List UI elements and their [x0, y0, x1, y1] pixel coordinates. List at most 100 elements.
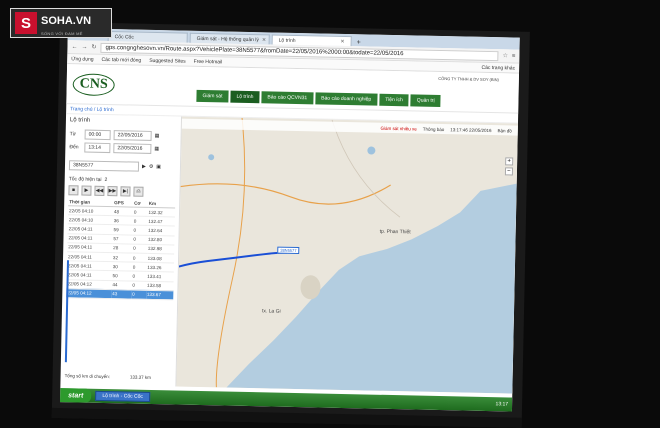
- plate-select[interactable]: 38N5577: [68, 160, 140, 172]
- table-cell: 0: [131, 271, 147, 281]
- monitor-multiple-button[interactable]: Giám sát nhiều xe: [380, 125, 416, 131]
- company-name: CÔNG TY TNHH & DV SOY (BIN): [438, 75, 499, 83]
- bookmark-item[interactable]: Free Hotmail: [194, 58, 223, 65]
- route-table: Thời gian GPS Cơ Km 22/05 04:10 48 0 132.32…: [66, 198, 176, 300]
- table-cell: 133.67: [145, 290, 174, 300]
- table-cell: 28: [112, 243, 133, 253]
- to-date-input[interactable]: 22/05/2016: [113, 143, 152, 154]
- rewind-icon[interactable]: ◀◀: [94, 185, 105, 196]
- vehicle-marker[interactable]: 38N5577: [277, 246, 300, 255]
- bookmark-other[interactable]: Các trang khác: [481, 64, 515, 71]
- to-time-input[interactable]: 13:14: [84, 142, 111, 154]
- table-cell: 43: [111, 289, 132, 299]
- back-icon[interactable]: ←: [71, 44, 77, 50]
- site-logo[interactable]: CNS: [72, 72, 115, 96]
- tab-label: Lộ trình: [278, 37, 296, 44]
- nav-lo-trinh[interactable]: Lộ trình: [230, 90, 260, 104]
- route-panel: Lộ trình Từ 00:00 22/05/2016 ▦ Đến 13:14…: [60, 114, 183, 387]
- close-icon[interactable]: ✕: [262, 37, 266, 43]
- from-time-input[interactable]: 00:00: [84, 129, 111, 141]
- soha-logo-text: SOHA.VN: [41, 14, 92, 27]
- playback-controls: ■ ▶ ◀◀ ▶▶ ▶| ⎙: [68, 185, 175, 197]
- speed-label: Tốc độ hiện tại: [68, 176, 102, 183]
- nav-bao-cao-doanh-nghiep[interactable]: Báo cáo doanh nghiệp: [315, 92, 378, 106]
- table-cell: 0: [132, 225, 148, 235]
- panel-title: Lộ trình: [69, 117, 91, 124]
- menu-icon[interactable]: ≡: [512, 53, 516, 59]
- zoom-controls: + −: [504, 157, 514, 177]
- total-distance: Tổng số km di chuyển: 133.37 km: [65, 373, 151, 380]
- tab-label: Giám sát - Hệ thống quản lý: [196, 35, 260, 43]
- city-label-phan-thiet: tp. Phan Thiết: [379, 228, 411, 236]
- tab-lotrinh[interactable]: Lộ trình ✕: [271, 34, 352, 47]
- table-cell: 36: [112, 215, 133, 226]
- taskbar-window[interactable]: Lộ trình - Cốc Cốc: [95, 390, 151, 402]
- map-type-select[interactable]: Bản đồ: [498, 128, 512, 133]
- table-cell: 0: [131, 262, 147, 272]
- soha-logo-mark: S: [15, 12, 37, 34]
- print-icon[interactable]: ▣: [156, 164, 161, 170]
- stop-icon[interactable]: ■: [68, 185, 79, 196]
- nav-tien-ich[interactable]: Tiện ích: [379, 93, 409, 107]
- start-button[interactable]: start: [60, 388, 92, 403]
- settings-icon[interactable]: ⚙: [149, 164, 154, 170]
- monitor-frame: Cốc Cốc Giám sát - Hệ thống quản lý ✕ Lộ …: [51, 22, 530, 428]
- bookmark-item[interactable]: Các tab mới đóng: [102, 56, 142, 63]
- table-cell: 0: [131, 252, 147, 263]
- speed-value: 2: [104, 176, 108, 184]
- table-cell: 0: [132, 234, 148, 245]
- table-cell: 0: [132, 243, 147, 254]
- tab-giamsat[interactable]: Giám sát - Hệ thống quản lý ✕: [189, 32, 270, 45]
- nav-giam-sat[interactable]: Giám sát: [196, 89, 229, 103]
- reload-icon[interactable]: ↻: [91, 44, 96, 51]
- star-icon[interactable]: ☆: [502, 52, 508, 59]
- tray-clock: 13:17: [495, 401, 509, 408]
- table-cell: 30: [111, 261, 132, 272]
- to-label: Đến: [69, 144, 79, 151]
- table-cell: 48: [112, 206, 134, 217]
- soha-logo: S SOHA.VN SỐNG VỚI ĐAM MÊ: [10, 8, 112, 38]
- map-canvas: [176, 116, 518, 394]
- calendar-icon[interactable]: ▦: [154, 146, 159, 152]
- table-cell: 44: [111, 280, 132, 290]
- calendar-icon[interactable]: ▦: [155, 133, 160, 139]
- new-tab-icon[interactable]: +: [357, 39, 361, 46]
- close-icon[interactable]: ✕: [340, 38, 344, 44]
- table-cell: 32: [111, 252, 133, 263]
- table-cell: 22/05 04:12: [66, 288, 112, 299]
- table-scroll-indicator: [64, 260, 70, 363]
- table-cell: 0: [131, 289, 146, 300]
- bookmark-item[interactable]: Ứng dụng: [71, 56, 93, 62]
- tab-coccoc[interactable]: Cốc Cốc: [107, 31, 188, 43]
- table-row[interactable]: 22/05 04:12 43 0 133.67: [66, 288, 174, 300]
- table-cell: 0: [132, 216, 148, 226]
- play-icon[interactable]: ▶: [142, 164, 146, 170]
- export-icon[interactable]: ⎙: [133, 186, 144, 197]
- table-cell: 0: [132, 207, 148, 217]
- screen: Cốc Cốc Giám sát - Hệ thống quản lý ✕ Lộ …: [60, 28, 520, 412]
- soha-logo-tagline: SỐNG VỚI ĐAM MÊ: [41, 30, 83, 36]
- table-cell: 57: [112, 234, 133, 244]
- table-cell: 0: [131, 280, 147, 291]
- main-content: Lộ trình Từ 00:00 22/05/2016 ▦ Đến 13:14…: [60, 114, 518, 394]
- notify-button[interactable]: Thông báo: [423, 126, 445, 131]
- fast-forward-icon[interactable]: ▶▶: [107, 186, 118, 197]
- zoom-in-button[interactable]: +: [505, 157, 514, 166]
- from-date-input[interactable]: 22/05/2016: [113, 130, 152, 141]
- from-label: Từ: [69, 131, 77, 138]
- table-cell: 59: [112, 225, 133, 235]
- nav-bao-cao-qcvn31[interactable]: Báo cáo QCVN31: [261, 91, 314, 105]
- map-view[interactable]: Giám sát nhiều xe Thông báo 13:17:46 22/…: [176, 116, 518, 394]
- total-label: Tổng số km di chuyển:: [64, 373, 110, 380]
- total-value: 133.37 km: [129, 374, 151, 380]
- play-icon[interactable]: ▶: [81, 185, 92, 196]
- zoom-out-button[interactable]: −: [504, 167, 514, 176]
- forward-icon[interactable]: →: [81, 44, 87, 50]
- city-label-la-gi: tx. La Gi: [261, 308, 281, 315]
- nav-quan-tri[interactable]: Quản trị: [410, 94, 441, 107]
- table-cell: 50: [111, 270, 132, 281]
- main-nav: Giám sát Lộ trình Báo cáo QCVN31 Báo cáo…: [196, 89, 441, 107]
- end-icon[interactable]: ▶|: [120, 186, 131, 197]
- tab-label: Cốc Cốc: [114, 33, 134, 41]
- bookmark-item[interactable]: Suggested Sites: [149, 57, 186, 64]
